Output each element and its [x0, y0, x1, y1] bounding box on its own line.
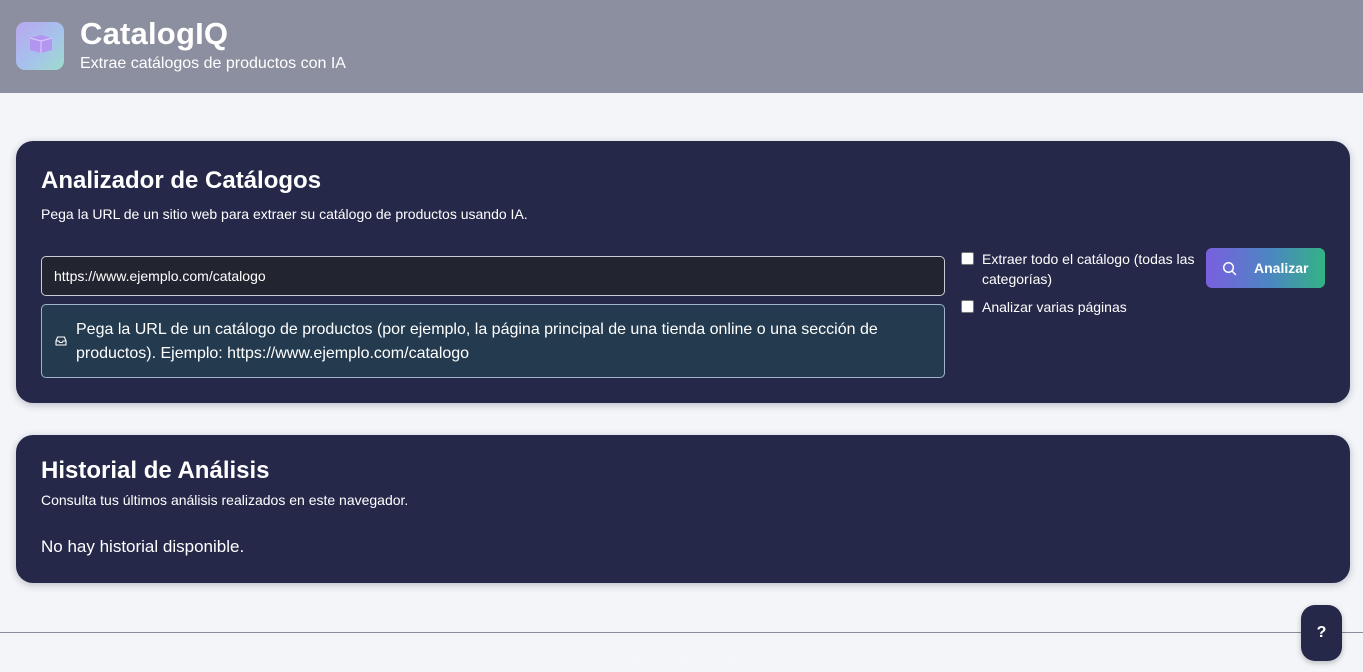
analyze-button-label: Analizar — [1254, 260, 1309, 276]
history-card: Historial de Análisis Consulta tus últim… — [16, 435, 1350, 583]
search-icon — [1222, 261, 1237, 276]
app-logo — [16, 22, 64, 70]
option-multi-page[interactable]: Analizar varias páginas — [961, 297, 1197, 317]
footer-divider — [0, 632, 1363, 633]
catalog-analyzer-card: Analizador de Catálogos Pega la URL de u… — [16, 141, 1350, 403]
inbox-icon — [55, 336, 67, 346]
box-icon — [29, 35, 53, 53]
analyzer-title: Analizador de Catálogos — [41, 167, 322, 194]
history-title: Historial de Análisis — [41, 457, 270, 484]
multi-page-checkbox[interactable] — [961, 300, 974, 313]
analyzer-description: Pega la URL de un sitio web para extraer… — [41, 206, 528, 222]
full-catalog-label: Extraer todo el catálogo (todas las cate… — [982, 251, 1195, 287]
url-input[interactable] — [41, 256, 945, 296]
url-hint-box: Pega la URL de un catálogo de productos … — [41, 304, 945, 378]
full-catalog-checkbox[interactable] — [961, 252, 974, 265]
url-hint-text: Pega la URL de un catálogo de productos … — [76, 321, 878, 362]
history-empty-message: No hay historial disponible. — [41, 537, 245, 556]
multi-page-label: Analizar varias páginas — [982, 299, 1127, 315]
app-header: CatalogIQ Extrae catálogos de productos … — [0, 0, 1363, 93]
app-subtitle: Extrae catálogos de productos con IA — [80, 55, 346, 72]
app-title: CatalogIQ — [80, 16, 229, 51]
help-button[interactable]: ? — [1301, 605, 1342, 661]
option-full-catalog[interactable]: Extraer todo el catálogo (todas las cate… — [961, 249, 1197, 289]
history-description: Consulta tus últimos análisis realizados… — [41, 492, 409, 508]
analyze-button[interactable]: Analizar — [1206, 248, 1325, 288]
footer-credit: Creado por Jordan Tallodo. — [603, 651, 760, 666]
